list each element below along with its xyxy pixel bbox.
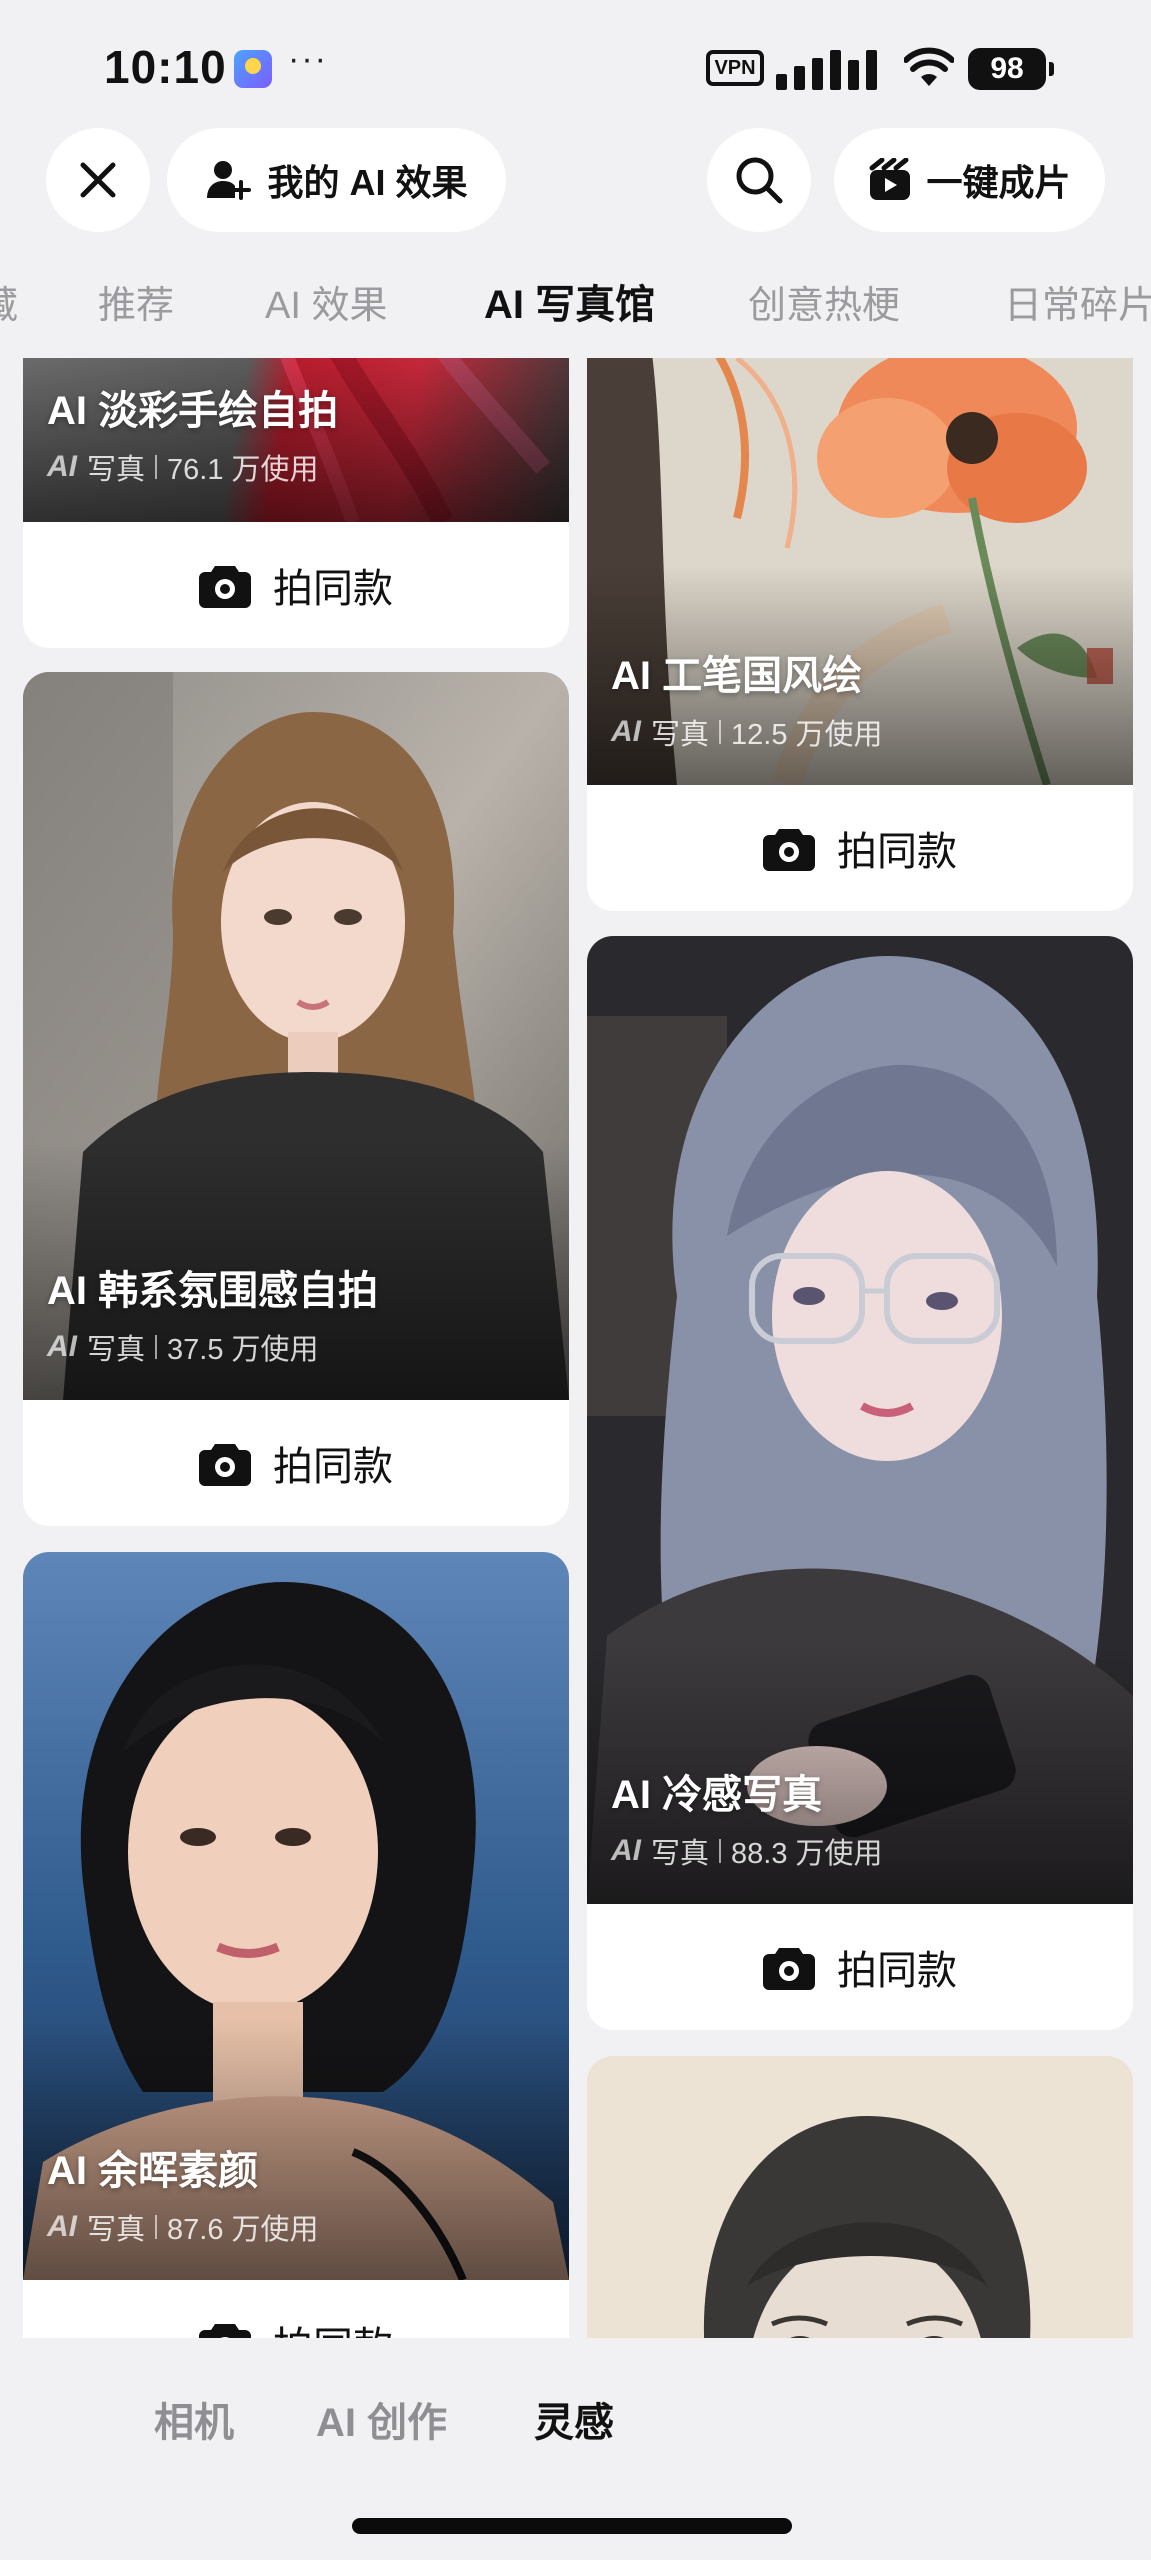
one-click-video-button[interactable]: 一键成片: [834, 128, 1105, 232]
my-ai-effects-label: 我的 AI 效果: [267, 162, 468, 203]
nav-ai-create[interactable]: AI 创作: [316, 2390, 447, 2448]
shoot-same-label: 拍同款: [837, 830, 957, 874]
meta-divider: [719, 720, 722, 744]
card-category: 写真: [87, 454, 146, 486]
tab-ai-effects[interactable]: AI 效果: [265, 274, 387, 329]
shoot-same-button[interactable]: 拍同款: [23, 2280, 569, 2338]
camera-icon: [763, 829, 815, 871]
camera-icon: [199, 566, 251, 608]
card-title: AI 淡彩手绘自拍: [47, 389, 339, 433]
tab-daily-moments[interactable]: 日常碎片: [1004, 274, 1151, 329]
meta-divider: [155, 2215, 158, 2239]
card-category: 写真: [87, 1334, 146, 1366]
card-category: 写真: [87, 2214, 146, 2246]
search-button[interactable]: [707, 128, 811, 232]
nav-inspiration[interactable]: 灵感: [534, 2390, 614, 2448]
card-title: AI 韩系氛围感自拍: [47, 1269, 379, 1313]
meta-divider: [155, 455, 158, 479]
camera-icon: [199, 2324, 251, 2338]
card-title: AI 冷感写真: [611, 1773, 823, 1817]
card-meta: AI 写真 76.1 万使用: [47, 446, 338, 488]
tab-recommended[interactable]: 推荐: [98, 274, 174, 329]
more-notifications-icon: ···: [288, 40, 328, 78]
tab-ai-portrait-studio[interactable]: AI 写真馆: [484, 272, 655, 330]
notification-app-icon: [234, 50, 272, 88]
card-usage: 76.1 万使用: [167, 454, 319, 486]
effect-card[interactable]: AI 淡彩手绘自拍 AI 写真 76.1 万使用 拍同款: [23, 358, 569, 648]
effect-card[interactable]: AI 工笔国风绘 AI 写真 12.5 万使用 拍同款: [587, 358, 1133, 911]
ai-tag: AI: [611, 1834, 641, 1867]
shoot-same-label: 拍同款: [273, 567, 393, 611]
sketch-portrait: [587, 2056, 1133, 2338]
meta-divider: [155, 1335, 158, 1359]
card-image: [587, 936, 1133, 1904]
card-image: [587, 2056, 1133, 2338]
shoot-same-button[interactable]: 拍同款: [23, 522, 569, 648]
status-time: 10:10: [104, 41, 227, 93]
card-caption: AI 余晖素颜 AI 写真 87.6 万使用: [47, 2138, 319, 2248]
status-bar: 10:10 ··· VPN 98: [0, 0, 1151, 130]
card-meta: AI 写真 12.5 万使用: [611, 711, 883, 753]
shoot-same-button[interactable]: 拍同款: [23, 1400, 569, 1526]
card-title: AI 余晖素颜: [47, 2149, 259, 2193]
effect-card[interactable]: AI 冷感写真 AI 写真 88.3 万使用 拍同款: [587, 936, 1133, 2030]
card-usage: 88.3 万使用: [731, 1838, 883, 1870]
card-title: AI 工笔国风绘: [611, 654, 863, 698]
card-usage: 37.5 万使用: [167, 1334, 319, 1366]
tab-collection[interactable]: 藏: [0, 274, 18, 329]
card-meta: AI 写真 37.5 万使用: [47, 1326, 378, 1368]
card-usage: 12.5 万使用: [731, 719, 883, 751]
card-usage: 87.6 万使用: [167, 2214, 319, 2246]
camera-icon: [763, 1948, 815, 1990]
battery-indicator: 98: [968, 48, 1054, 90]
card-category: 写真: [651, 719, 710, 751]
nav-camera[interactable]: 相机: [154, 2390, 234, 2448]
card-meta: AI 写真 88.3 万使用: [611, 1830, 883, 1872]
ai-tag: AI: [611, 715, 641, 748]
card-meta: AI 写真 87.6 万使用: [47, 2206, 319, 2248]
shoot-same-label: 拍同款: [273, 2314, 393, 2338]
ai-tag: AI: [47, 450, 77, 483]
meta-divider: [719, 1839, 722, 1863]
shoot-same-button[interactable]: 拍同款: [587, 1904, 1133, 2030]
ai-tag: AI: [47, 2210, 77, 2243]
my-ai-effects-button[interactable]: 我的 AI 效果: [167, 128, 506, 232]
ai-tag: AI: [47, 1330, 77, 1363]
category-tabs: 藏 推荐 AI 效果 AI 写真馆 创意热梗 日常碎片: [0, 262, 1151, 342]
search-icon: [736, 157, 783, 204]
shoot-same-label: 拍同款: [273, 1445, 393, 1489]
vpn-icon: VPN: [706, 50, 764, 86]
signal-icon: [776, 46, 886, 90]
close-icon: [80, 162, 116, 198]
add-user-icon: [207, 161, 252, 200]
tab-creative-memes[interactable]: 创意热梗: [748, 274, 900, 329]
shoot-same-button[interactable]: 拍同款: [587, 785, 1133, 911]
app-screen: 10:10 ··· VPN 98 我的 AI 效果 一键成片 推荐 AI 效果 …: [0, 0, 1151, 2560]
close-button[interactable]: [46, 128, 150, 232]
clapper-icon: [869, 158, 911, 200]
effect-card[interactable]: AI 余晖素颜 AI 写真 87.6 万使用 拍同款: [23, 1552, 569, 2338]
card-category: 写真: [651, 1838, 710, 1870]
card-caption: AI 淡彩手绘自拍 AI 写真 76.1 万使用: [47, 378, 338, 488]
effect-card[interactable]: AI 韩系氛围感自拍 AI 写真 37.5 万使用 拍同款: [23, 672, 569, 1526]
shoot-same-label: 拍同款: [837, 1949, 957, 1993]
one-click-video-label: 一键成片: [926, 162, 1071, 203]
camera-icon: [199, 1444, 251, 1486]
card-caption: AI 冷感写真 AI 写真 88.3 万使用: [611, 1762, 883, 1872]
home-indicator[interactable]: [352, 2518, 792, 2534]
card-caption: AI 韩系氛围感自拍 AI 写真 37.5 万使用: [47, 1258, 378, 1368]
card-caption: AI 工笔国风绘 AI 写真 12.5 万使用: [611, 643, 883, 753]
bottom-navigation: 相机 AI 创作 灵感: [0, 2340, 1151, 2560]
effects-feed: AI 淡彩手绘自拍 AI 写真 76.1 万使用 拍同款 AI 工笔国风绘 AI…: [0, 358, 1151, 2338]
wifi-icon: [904, 47, 954, 86]
effect-card[interactable]: [587, 2056, 1133, 2338]
